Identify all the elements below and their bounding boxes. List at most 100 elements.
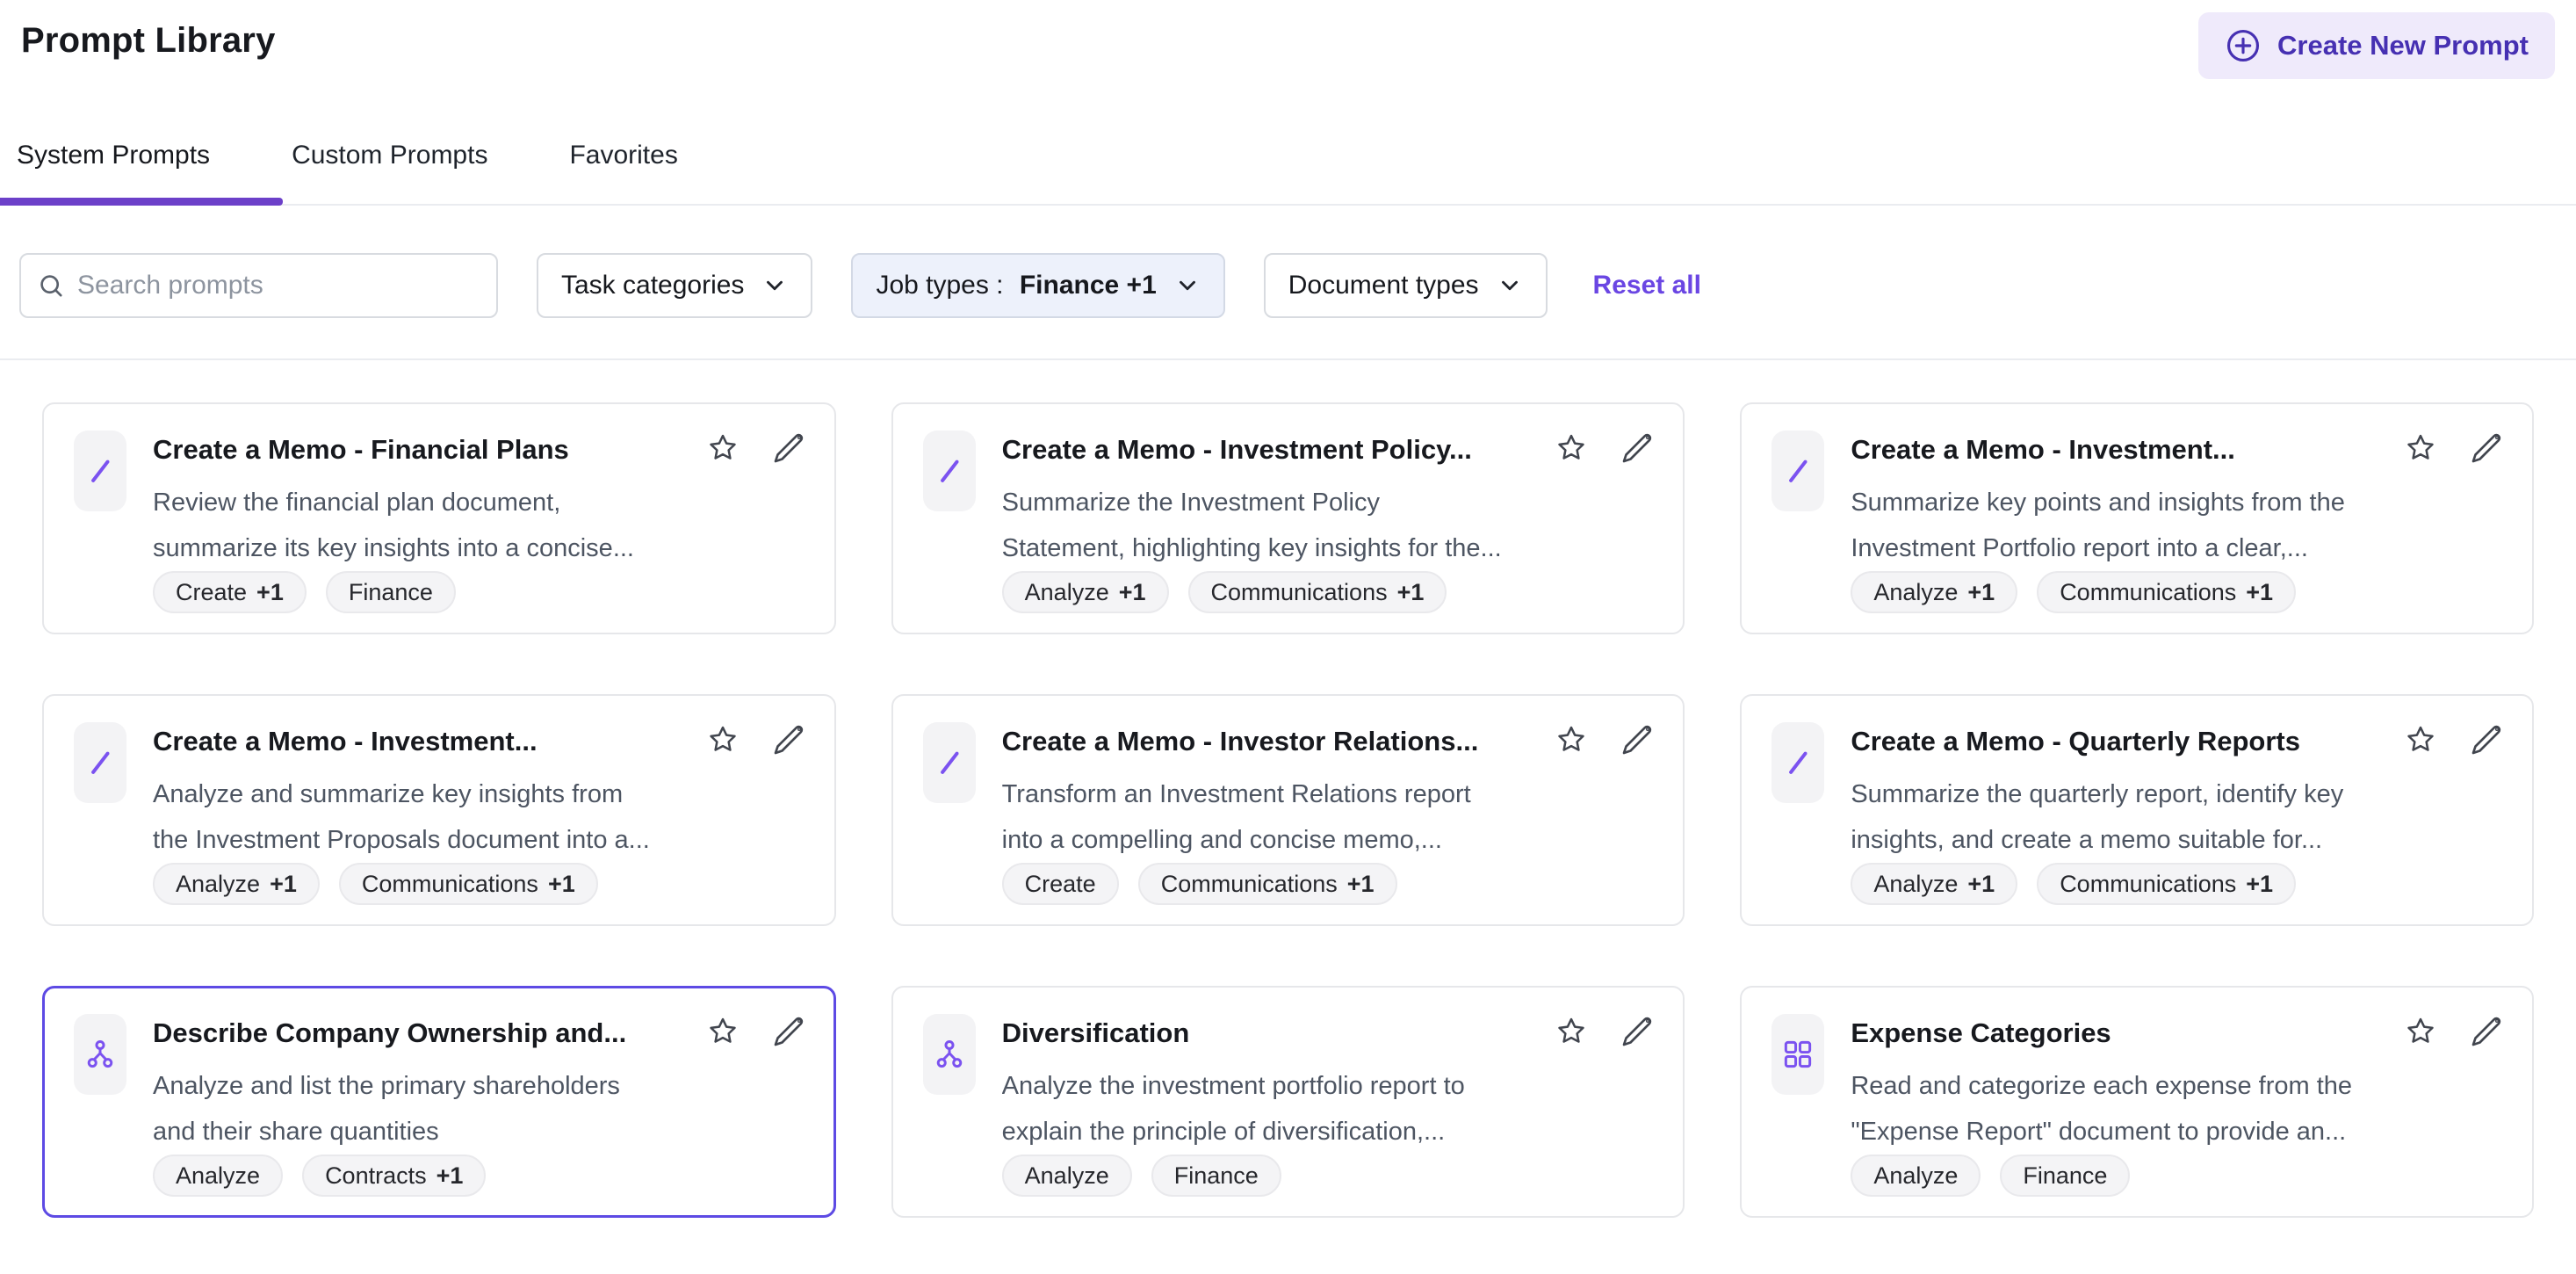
task-categories-dropdown[interactable]: Task categories <box>537 253 812 318</box>
prompt-title: Create a Memo - Financial Plans <box>153 431 689 466</box>
prompt-description: Read and categorize each expense from th… <box>1851 1063 2504 1155</box>
prompt-card[interactable]: Create a Memo - Investment Policy... Sum… <box>891 402 1685 634</box>
tag-pill: Analyze+1 <box>153 863 320 905</box>
favorite-star-icon[interactable] <box>2404 1015 2437 1048</box>
prompt-card[interactable]: Create a Memo - Investment... Summarize … <box>1740 402 2534 634</box>
prompt-description: Summarize the quarterly report, identify… <box>1851 771 2504 863</box>
search-input[interactable] <box>77 271 480 300</box>
tag-pill: Communications+1 <box>339 863 598 905</box>
tag-pill: Analyze <box>153 1155 283 1197</box>
pen-icon <box>74 722 126 803</box>
edit-pencil-icon[interactable] <box>771 431 806 466</box>
tag-pill: Communications+1 <box>2037 571 2296 613</box>
tag-row: Analyze Contracts+1 <box>153 1155 806 1197</box>
pen-icon <box>74 431 126 511</box>
edit-pencil-icon[interactable] <box>2469 431 2504 466</box>
pen-icon <box>1771 722 1824 803</box>
prompt-title: Expense Categories <box>1851 1014 2386 1049</box>
prompt-title: Create a Memo - Investor Relations... <box>1002 722 1538 757</box>
edit-pencil-icon[interactable] <box>2469 1014 2504 1049</box>
tag-pill: Finance <box>2000 1155 2130 1197</box>
create-new-prompt-button[interactable]: Create New Prompt <box>2198 12 2555 79</box>
document-types-dropdown[interactable]: Document types <box>1264 253 1548 318</box>
prompt-card[interactable]: Expense Categories Read and categorize e… <box>1740 986 2534 1218</box>
prompt-card[interactable]: Create a Memo - Investor Relations... Tr… <box>891 694 1685 926</box>
prompt-card-grid: Create a Memo - Financial Plans Review t… <box>0 360 2576 1218</box>
favorite-star-icon[interactable] <box>706 723 740 756</box>
edit-pencil-icon[interactable] <box>1620 1014 1655 1049</box>
prompt-card[interactable]: Create a Memo - Financial Plans Review t… <box>42 402 836 634</box>
favorite-star-icon[interactable] <box>2404 723 2437 756</box>
edit-pencil-icon[interactable] <box>1620 722 1655 757</box>
favorite-star-icon[interactable] <box>706 431 740 465</box>
tag-pill: Finance <box>326 571 456 613</box>
page-header: Prompt Library Create New Prompt <box>0 0 2576 79</box>
favorite-star-icon[interactable] <box>1555 431 1588 465</box>
tag-pill: Finance <box>1151 1155 1281 1197</box>
tag-pill: Create+1 <box>153 571 307 613</box>
tag-row: Analyze+1 Communications+1 <box>153 863 806 905</box>
active-tab-underline <box>0 198 283 206</box>
hierarchy-icon <box>923 1014 976 1095</box>
prompt-description: Review the financial plan document,summa… <box>153 480 806 571</box>
tag-pill: Create <box>1002 863 1119 905</box>
job-types-selected-value: Finance +1 <box>1020 271 1157 300</box>
favorite-star-icon[interactable] <box>1555 1015 1588 1048</box>
tag-pill: Analyze <box>1851 1155 1981 1197</box>
chevron-down-icon <box>761 272 788 299</box>
prompt-description: Summarize the Investment PolicyStatement… <box>1002 480 1656 571</box>
tag-row: Analyze+1 Communications+1 <box>1851 863 2504 905</box>
job-types-dropdown[interactable]: Job types : Finance +1 <box>851 253 1224 318</box>
edit-pencil-icon[interactable] <box>1620 431 1655 466</box>
prompt-description: Transform an Investment Relations report… <box>1002 771 1656 863</box>
prompt-card[interactable]: Create a Memo - Investment... Analyze an… <box>42 694 836 926</box>
grid-icon <box>1771 1014 1824 1095</box>
pen-icon <box>1771 431 1824 511</box>
job-types-label: Job types : <box>876 271 1010 300</box>
task-categories-label: Task categories <box>561 271 744 300</box>
prompt-title: Create a Memo - Investment... <box>1851 431 2386 466</box>
prompt-description: Analyze and summarize key insights fromt… <box>153 771 806 863</box>
tag-pill: Analyze <box>1002 1155 1132 1197</box>
tab-favorites[interactable]: Favorites <box>569 141 677 204</box>
tag-pill: Communications+1 <box>1188 571 1447 613</box>
prompt-card[interactable]: Diversification Analyze the investment p… <box>891 986 1685 1218</box>
prompt-description: Analyze and list the primary shareholder… <box>153 1063 806 1155</box>
search-icon <box>37 271 65 300</box>
chevron-down-icon <box>1497 272 1523 299</box>
pen-icon <box>923 431 976 511</box>
tag-row: Create+1 Finance <box>153 571 806 613</box>
prompt-title: Describe Company Ownership and... <box>153 1014 689 1049</box>
prompt-title: Create a Memo - Quarterly Reports <box>1851 722 2386 757</box>
search-box <box>19 253 498 318</box>
filter-bar: Task categories Job types : Finance +1 D… <box>0 253 2576 318</box>
favorite-star-icon[interactable] <box>2404 431 2437 465</box>
prompt-title: Diversification <box>1002 1014 1538 1049</box>
page-title: Prompt Library <box>21 12 276 61</box>
tag-row: Analyze+1 Communications+1 <box>1002 571 1656 613</box>
tag-row: Create Communications+1 <box>1002 863 1656 905</box>
tag-row: Analyze Finance <box>1002 1155 1656 1197</box>
tag-pill: Analyze+1 <box>1851 571 2017 613</box>
tag-pill: Analyze+1 <box>1002 571 1169 613</box>
tag-pill: Communications+1 <box>2037 863 2296 905</box>
plus-circle-icon <box>2225 27 2262 64</box>
tag-pill: Contracts+1 <box>302 1155 486 1197</box>
prompt-card[interactable]: Create a Memo - Quarterly Reports Summar… <box>1740 694 2534 926</box>
prompt-card-selected[interactable]: Describe Company Ownership and... Analyz… <box>42 986 836 1218</box>
favorite-star-icon[interactable] <box>1555 723 1588 756</box>
tab-custom-prompts[interactable]: Custom Prompts <box>292 141 487 204</box>
reset-all-link[interactable]: Reset all <box>1593 271 1701 300</box>
tab-bar: System Prompts Custom Prompts Favorites <box>0 141 2576 206</box>
edit-pencil-icon[interactable] <box>2469 722 2504 757</box>
edit-pencil-icon[interactable] <box>771 722 806 757</box>
chevron-down-icon <box>1174 272 1201 299</box>
tab-system-prompts[interactable]: System Prompts <box>17 141 210 204</box>
prompt-title: Create a Memo - Investment... <box>153 722 689 757</box>
prompt-description: Summarize key points and insights from t… <box>1851 480 2504 571</box>
edit-pencil-icon[interactable] <box>771 1014 806 1049</box>
tag-row: Analyze Finance <box>1851 1155 2504 1197</box>
favorite-star-icon[interactable] <box>706 1015 740 1048</box>
prompt-description: Analyze the investment portfolio report … <box>1002 1063 1656 1155</box>
document-types-label: Document types <box>1288 271 1479 300</box>
